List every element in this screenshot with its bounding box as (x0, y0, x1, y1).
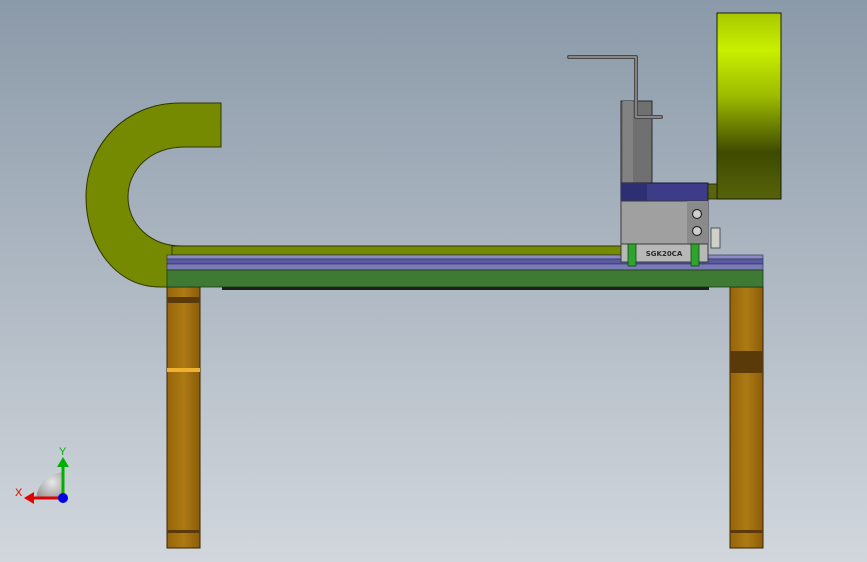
triad-y-label: Y (59, 446, 67, 458)
carriage-model-label: SGK20CA (646, 250, 683, 258)
right-leg[interactable] (729, 286, 764, 549)
cad-viewport[interactable]: SGK20CA Y X (0, 0, 867, 562)
cad-model-view[interactable]: SGK20CA Y X (0, 0, 867, 562)
left-leg[interactable] (166, 286, 201, 549)
carriage-block[interactable]: SGK20CA (620, 182, 721, 267)
triad-x-label: X (15, 487, 23, 499)
motor-cylinder[interactable] (707, 12, 782, 200)
